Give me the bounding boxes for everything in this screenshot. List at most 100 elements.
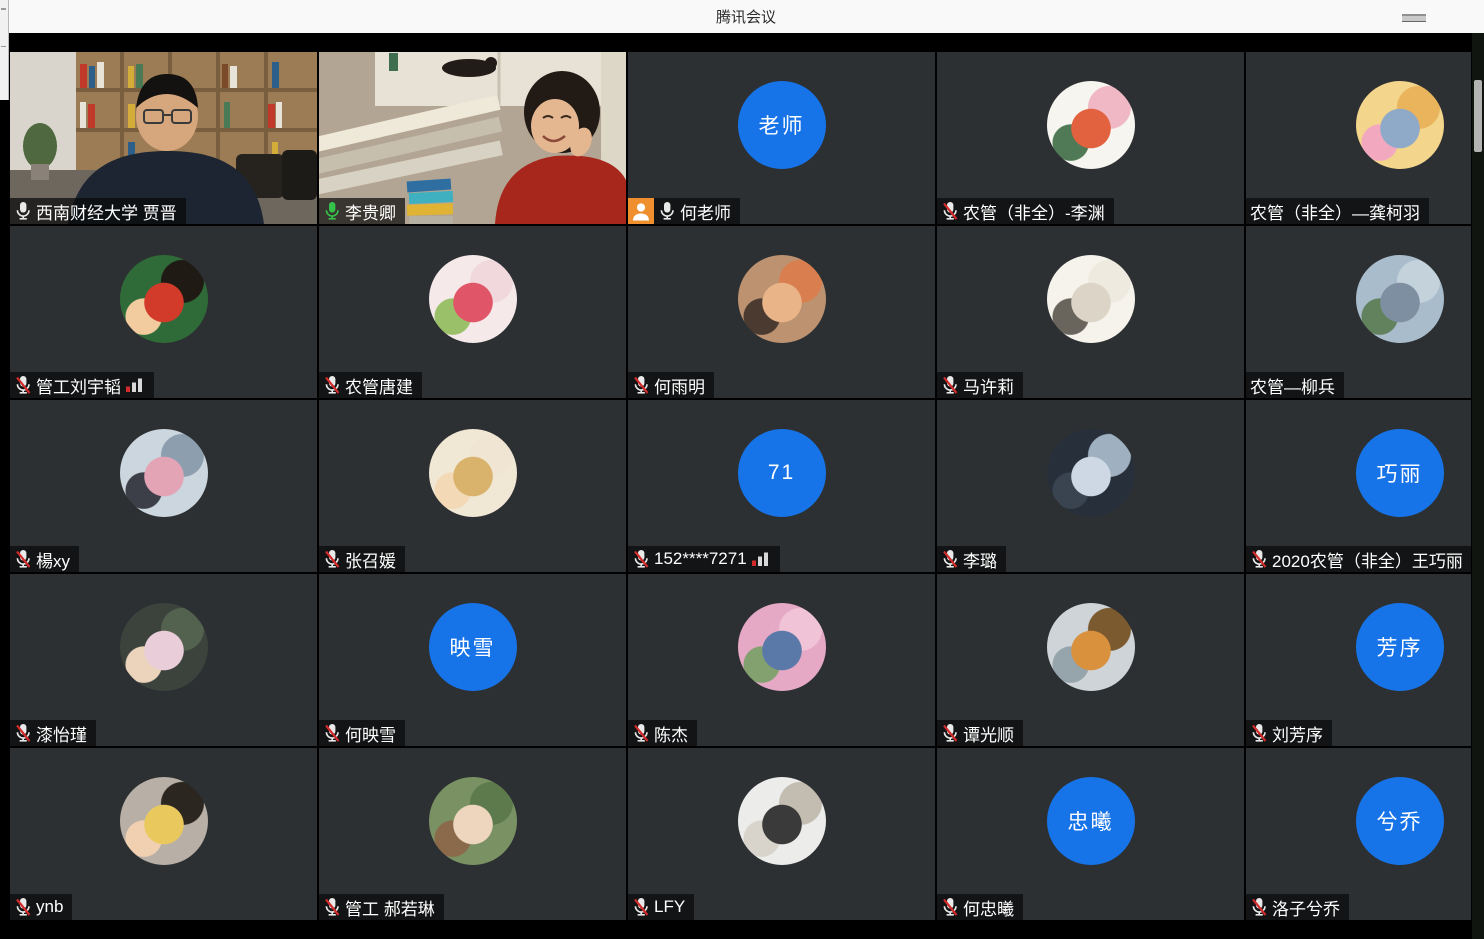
mic-muted-icon bbox=[1250, 897, 1268, 917]
participant-name: 谭光顺 bbox=[963, 721, 1014, 746]
participant-nameplate: 李璐 bbox=[937, 546, 1006, 572]
participant-name: 何老师 bbox=[680, 199, 731, 224]
avatar-photo bbox=[429, 255, 517, 343]
participant-name: 何雨明 bbox=[654, 373, 705, 398]
mic-muted-icon bbox=[323, 375, 341, 395]
participant-tile[interactable]: 管工 郝若琳 bbox=[319, 748, 626, 920]
mic-muted-icon bbox=[941, 375, 959, 395]
avatar-photo bbox=[120, 255, 208, 343]
mic-muted-icon bbox=[941, 201, 959, 221]
mic-muted-icon bbox=[632, 897, 650, 917]
participant-nameplate: 何老师 bbox=[628, 198, 740, 224]
participant-name: 楊xy bbox=[36, 547, 70, 572]
participant-tile[interactable]: 忠曦何忠曦 bbox=[937, 748, 1244, 920]
participant-nameplate: 漆怡瑾 bbox=[10, 720, 96, 746]
participant-nameplate: 楊xy bbox=[10, 546, 79, 572]
mic-muted-icon bbox=[323, 549, 341, 569]
window-titlebar: 腾讯会议 bbox=[8, 0, 1484, 33]
participant-name: LFY bbox=[654, 897, 685, 917]
participant-nameplate: ynb bbox=[10, 894, 72, 920]
participant-nameplate: 刘芳序 bbox=[1246, 720, 1332, 746]
participant-name: 西南财经大学 贾晋 bbox=[36, 199, 177, 224]
avatar-photo bbox=[120, 777, 208, 865]
participant-tile[interactable]: 漆怡瑾 bbox=[10, 574, 317, 746]
participant-name: 洛子兮乔 bbox=[1272, 895, 1340, 920]
mic-muted-icon bbox=[941, 897, 959, 917]
mic-muted-icon bbox=[14, 375, 32, 395]
participant-nameplate: 洛子兮乔 bbox=[1246, 894, 1349, 920]
participant-name: 农管唐建 bbox=[345, 373, 413, 398]
participant-nameplate: LFY bbox=[628, 894, 694, 920]
participant-nameplate: 农管（非全）—龚柯羽 bbox=[1246, 198, 1429, 224]
participant-nameplate: 农管唐建 bbox=[319, 372, 422, 398]
participant-tile[interactable]: 兮乔洛子兮乔 bbox=[1246, 748, 1484, 920]
participant-tile[interactable]: 李璐 bbox=[937, 400, 1244, 572]
participant-name: 何映雪 bbox=[345, 721, 396, 746]
participant-tile[interactable]: 老师何老师 bbox=[628, 52, 935, 224]
mic-muted-icon bbox=[14, 723, 32, 743]
participant-tile[interactable]: 农管（非全）—龚柯羽 bbox=[1246, 52, 1484, 224]
participant-tile[interactable]: 谭光顺 bbox=[937, 574, 1244, 746]
participant-tile[interactable]: 楊xy bbox=[10, 400, 317, 572]
mic-muted-icon bbox=[941, 549, 959, 569]
participant-tile[interactable]: 农管—柳兵 bbox=[1246, 226, 1484, 398]
mic-muted-icon bbox=[632, 375, 650, 395]
participant-nameplate: 西南财经大学 贾晋 bbox=[10, 198, 186, 224]
mic-muted-icon bbox=[14, 549, 32, 569]
avatar-initials: 71 bbox=[738, 429, 826, 517]
participant-tile[interactable]: 71 152****7271 bbox=[628, 400, 935, 572]
participant-name: ynb bbox=[36, 897, 63, 917]
participant-tile[interactable]: 巧丽2020农管（非全）王巧丽 bbox=[1246, 400, 1484, 572]
participant-tile[interactable]: 何雨明 bbox=[628, 226, 935, 398]
minimize-button[interactable] bbox=[1402, 14, 1426, 22]
participant-name: 马许莉 bbox=[963, 373, 1014, 398]
avatar-initials: 芳序 bbox=[1356, 603, 1444, 691]
avatar-photo bbox=[429, 429, 517, 517]
participant-nameplate: 152****7271 bbox=[628, 546, 780, 572]
scrollbar-thumb[interactable] bbox=[1474, 80, 1482, 152]
participant-name: 李璐 bbox=[963, 547, 997, 572]
participant-tile[interactable]: 西南财经大学 贾晋 bbox=[10, 52, 317, 224]
avatar-photo bbox=[1356, 81, 1444, 169]
avatar-photo bbox=[1047, 429, 1135, 517]
mic-muted-icon bbox=[941, 723, 959, 743]
participant-name: 漆怡瑾 bbox=[36, 721, 87, 746]
window-title: 腾讯会议 bbox=[716, 6, 776, 27]
avatar-photo bbox=[1047, 603, 1135, 691]
participant-tile[interactable]: 芳序刘芳序 bbox=[1246, 574, 1484, 746]
participant-nameplate: 张召媛 bbox=[319, 546, 405, 572]
mic-muted-icon bbox=[323, 723, 341, 743]
participant-tile[interactable]: 张召媛 bbox=[319, 400, 626, 572]
participant-tile[interactable]: 农管（非全）-李渊 bbox=[937, 52, 1244, 224]
participant-tile[interactable]: 陈杰 bbox=[628, 574, 935, 746]
avatar-initials: 老师 bbox=[738, 81, 826, 169]
mic-muted-icon bbox=[632, 723, 650, 743]
avatar-photo bbox=[1356, 255, 1444, 343]
participant-nameplate: 农管（非全）-李渊 bbox=[937, 198, 1114, 224]
participant-nameplate: 谭光顺 bbox=[937, 720, 1023, 746]
participant-tile[interactable]: 管工刘宇韬 bbox=[10, 226, 317, 398]
participant-nameplate: 何映雪 bbox=[319, 720, 405, 746]
participant-tile[interactable]: 马许莉 bbox=[937, 226, 1244, 398]
mic-muted-icon bbox=[323, 897, 341, 917]
participant-name: 刘芳序 bbox=[1272, 721, 1323, 746]
participant-nameplate: 2020农管（非全）王巧丽 bbox=[1246, 546, 1472, 572]
participant-name: 管工 郝若琳 bbox=[345, 895, 435, 920]
participant-nameplate: 何雨明 bbox=[628, 372, 714, 398]
participant-tile[interactable]: LFY bbox=[628, 748, 935, 920]
avatar-photo bbox=[738, 777, 826, 865]
vertical-scrollbar[interactable] bbox=[1471, 33, 1484, 939]
participant-tile[interactable]: 李贵卿 bbox=[319, 52, 626, 224]
participant-tile[interactable]: 映雪何映雪 bbox=[319, 574, 626, 746]
participant-tile[interactable]: 农管唐建 bbox=[319, 226, 626, 398]
mic-muted-icon bbox=[1250, 549, 1268, 569]
avatar-photo bbox=[738, 603, 826, 691]
participant-nameplate: 李贵卿 bbox=[319, 198, 405, 224]
network-signal-icon bbox=[751, 551, 771, 567]
avatar-initials: 忠曦 bbox=[1047, 777, 1135, 865]
participant-tile[interactable]: ynb bbox=[10, 748, 317, 920]
participant-name: 李贵卿 bbox=[345, 199, 396, 224]
mic-on-icon bbox=[658, 201, 676, 221]
avatar-photo bbox=[738, 255, 826, 343]
mic-active-icon bbox=[323, 201, 341, 221]
